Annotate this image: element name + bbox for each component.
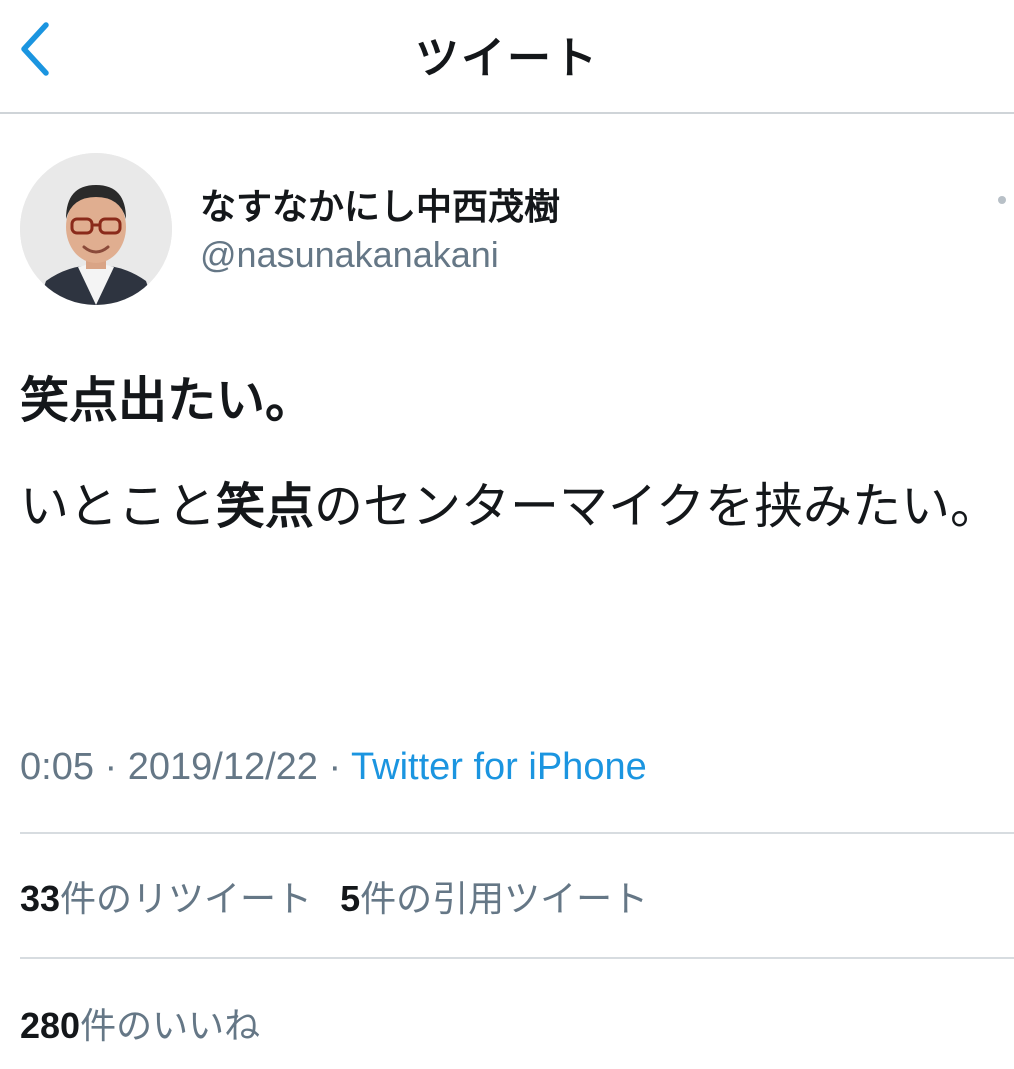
tweet-text-highlight: 笑点	[216, 478, 315, 535]
likes-stat[interactable]: 280件のいいね	[20, 1005, 261, 1047]
divider	[20, 957, 1014, 959]
retweets-label: 件のリツイート	[60, 879, 313, 920]
avatar[interactable]	[20, 153, 172, 305]
tweet-text-segment: のセンターマイクを挟みたい。	[314, 478, 1000, 535]
tweet-text: 笑点出たい。 いとこと笑点のセンターマイクを挟みたい。	[20, 370, 1010, 552]
more-options-icon[interactable]	[998, 196, 1006, 204]
profile-photo	[20, 153, 172, 305]
tweet-text-line: いとこと笑点のセンターマイクを挟みたい。	[20, 462, 1010, 552]
navigation-bar: ツイート	[0, 0, 1014, 114]
meta-separator: ·	[93, 746, 128, 788]
tweet-text-segment: いとこと	[20, 478, 217, 535]
retweets-count: 33	[20, 878, 61, 919]
likes-count: 280	[20, 1005, 81, 1046]
retweet-stats-row: 33件のリツイート 5件の引用ツイート	[20, 870, 648, 922]
tweet-time: 0:05	[20, 746, 94, 788]
tweet-detail-screen: ツイート なすなかにし中西茂樹 @nasunakanakani 笑点出たい。 い…	[0, 0, 1014, 1069]
quotes-count: 5	[340, 878, 361, 919]
page-title: ツイート	[415, 33, 599, 84]
divider	[20, 832, 1014, 834]
display-name[interactable]: なすなかにし中西茂樹	[200, 178, 560, 230]
tweet-source-link[interactable]: Twitter for iPhone	[351, 746, 647, 788]
user-handle[interactable]: @nasunakanakani	[200, 234, 499, 276]
likes-stats-row: 280件のいいね	[20, 997, 260, 1049]
quotes-stat[interactable]: 5件の引用ツイート	[340, 878, 649, 920]
retweets-stat[interactable]: 33件のリツイート	[20, 878, 313, 920]
quotes-label: 件の引用ツイート	[360, 879, 649, 920]
tweet-date: 2019/12/22	[127, 746, 318, 788]
likes-label: 件のいいね	[80, 1006, 261, 1047]
meta-separator: ·	[317, 746, 352, 788]
tweet-text-line: 笑点出たい。	[20, 372, 315, 429]
tweet-meta: 0:05 · 2019/12/22 · Twitter for iPhone	[20, 746, 647, 789]
